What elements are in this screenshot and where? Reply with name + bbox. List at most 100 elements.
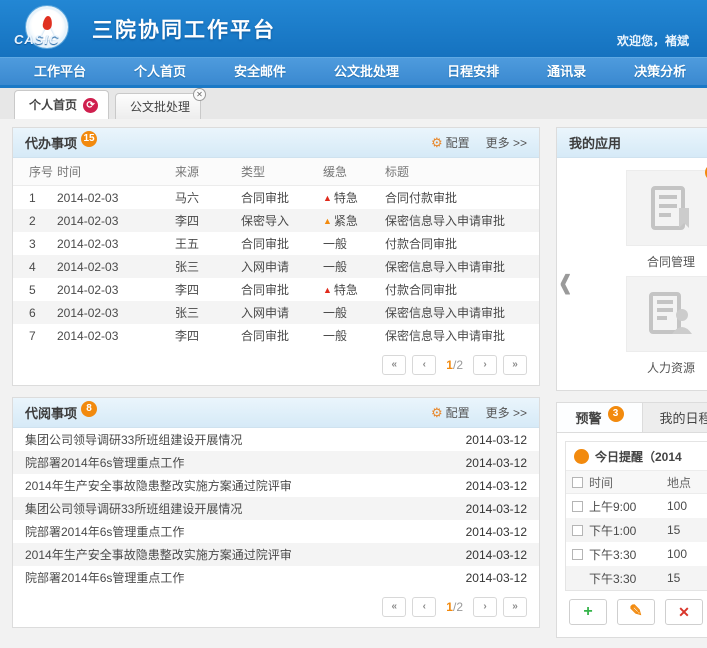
last-page-button[interactable]: » [503, 597, 527, 617]
item-title: 集团公司领导调研33所班组建设开展情况 [25, 431, 451, 448]
nav-item-secure-mail[interactable]: 安全邮件 [210, 58, 310, 86]
tab-doc-approval[interactable]: 公文批处理 ✕ [115, 93, 201, 119]
cell-seq: 6 [13, 306, 57, 320]
tab-my-schedule[interactable]: 我的日程 [643, 403, 707, 432]
nav-item-personal-home[interactable]: 个人首页 [110, 58, 210, 86]
cell-time: 下午3:30 [589, 570, 667, 587]
app-hr-tile[interactable] [626, 276, 707, 352]
welcome-user: 欢迎您，褚斌 [617, 32, 689, 49]
next-page-button[interactable]: › [473, 597, 497, 617]
cell-source: 李四 [175, 212, 241, 229]
nav-item-work-platform[interactable]: 工作平台 [10, 58, 110, 86]
reminder-header: 今日提醒（2014 [566, 442, 707, 470]
cell-urgency: 一般 [323, 258, 385, 275]
item-title: 2014年生产安全事故隐患整改实施方案通过院评审 [25, 546, 451, 563]
cell-title: 付款合同审批 [385, 281, 539, 298]
col-urgency: 缓急 [323, 163, 385, 180]
cell-date: 2014-02-03 [57, 329, 175, 343]
item-date: 2014-03-12 [451, 456, 527, 470]
read-config-button[interactable]: ⚙ 配置 [431, 404, 470, 421]
urgency-triangle-icon: ▲ [323, 216, 332, 226]
tab-strip: 个人首页 ⟳ 公文批处理 ✕ [0, 85, 707, 119]
nav-item-contacts[interactable]: 通讯录 [523, 58, 610, 86]
todo-more-link[interactable]: 更多 >> [486, 134, 527, 151]
table-row[interactable]: 4 2014-02-03 张三 入网申请 一般 保密信息导入申请审批 [13, 255, 539, 278]
cell-seq: 4 [13, 260, 57, 274]
list-item[interactable]: 院部署2014年6s管理重点工作 2014-03-12 [13, 451, 539, 474]
cell-type: 入网申请 [241, 304, 323, 321]
schedule-actions: + ✎ ✕ [565, 591, 707, 629]
delete-button[interactable]: ✕ [665, 599, 703, 625]
table-row[interactable]: 下午3:30 100 [566, 542, 707, 566]
add-button[interactable]: + [569, 599, 607, 625]
list-item[interactable]: 院部署2014年6s管理重点工作 2014-03-12 [13, 520, 539, 543]
col-time: 时间 [589, 474, 667, 491]
select-all-checkbox[interactable] [572, 477, 583, 488]
app-contract-tile[interactable]: 4 [626, 170, 707, 246]
list-item[interactable]: 院部署2014年6s管理重点工作 2014-03-12 [13, 566, 539, 589]
table-row[interactable]: 2 2014-02-03 李四 保密导入 ▲紧急 保密信息导入申请审批 [13, 209, 539, 232]
close-icon[interactable]: ✕ [193, 88, 206, 101]
table-row[interactable]: 上午9:00 100 [566, 494, 707, 518]
cell-type: 保密导入 [241, 212, 323, 229]
nav-item-schedule[interactable]: 日程安排 [423, 58, 523, 86]
table-row[interactable]: 下午3:30 15 [566, 566, 707, 590]
app-label: 合同管理 [647, 253, 695, 270]
table-row[interactable]: 5 2014-02-03 李四 合同审批 ▲特急 付款合同审批 [13, 278, 539, 301]
tab-personal-home[interactable]: 个人首页 ⟳ [14, 90, 109, 119]
row-checkbox[interactable] [572, 501, 583, 512]
table-row[interactable]: 下午1:00 15 [566, 518, 707, 542]
cell-time: 下午3:30 [589, 546, 667, 563]
reminder-box: 今日提醒（2014 时间 地点 上午9:00 100 [565, 441, 707, 591]
contract-doc-icon [645, 182, 697, 234]
row-checkbox[interactable] [572, 525, 583, 536]
gear-icon: ⚙ [431, 135, 443, 151]
nav-item-doc-approval[interactable]: 公文批处理 [310, 58, 423, 86]
first-page-button[interactable]: « [382, 355, 406, 375]
row-checkbox[interactable] [572, 549, 583, 560]
config-label: 配置 [446, 134, 470, 151]
prev-page-button[interactable]: ‹ [412, 355, 436, 375]
cell-date: 2014-02-03 [57, 283, 175, 297]
table-row[interactable]: 6 2014-02-03 张三 入网申请 一般 保密信息导入申请审批 [13, 301, 539, 324]
tab-alerts[interactable]: 预警 3 [557, 403, 643, 432]
read-panel-header: 代阅事项 8 ⚙ 配置 更多 >> [13, 398, 539, 428]
cell-date: 2014-02-03 [57, 191, 175, 205]
table-row[interactable]: 7 2014-02-03 李四 合同审批 一般 保密信息导入申请审批 [13, 324, 539, 347]
list-item[interactable]: 集团公司领导调研33所班组建设开展情况 2014-03-12 [13, 428, 539, 451]
todo-table-body: 1 2014-02-03 马六 合同审批 ▲特急 合同付款审批 2 2014-0… [13, 186, 539, 347]
my-apps-title: 我的应用 [569, 133, 621, 152]
cell-type: 合同审批 [241, 327, 323, 344]
cell-date: 2014-02-03 [57, 260, 175, 274]
logo-text: CASIC [14, 32, 59, 47]
list-item[interactable]: 2014年生产安全事故隐患整改实施方案通过院评审 2014-03-12 [13, 474, 539, 497]
cell-title: 保密信息导入申请审批 [385, 304, 539, 321]
todo-panel-header: 代办事项 15 ⚙ 配置 更多 >> [13, 128, 539, 158]
todo-panel-title: 代办事项 [25, 133, 77, 152]
last-page-button[interactable]: » [503, 355, 527, 375]
cell-type: 入网申请 [241, 258, 323, 275]
cell-place: 15 [667, 523, 707, 537]
table-row[interactable]: 3 2014-02-03 王五 合同审批 一般 付款合同审批 [13, 232, 539, 255]
prev-page-button[interactable]: ‹ [412, 597, 436, 617]
my-apps-panel: 我的应用 ‹ 4 合同管理 [556, 127, 707, 391]
todo-config-button[interactable]: ⚙ 配置 [431, 134, 470, 151]
cell-source: 李四 [175, 327, 241, 344]
cell-source: 李四 [175, 281, 241, 298]
cell-urgency: ▲特急 [323, 281, 385, 298]
first-page-button[interactable]: « [382, 597, 406, 617]
app-hr: 人力资源 [557, 276, 707, 376]
table-row[interactable]: 1 2014-02-03 马六 合同审批 ▲特急 合同付款审批 [13, 186, 539, 209]
cell-date: 2014-02-03 [57, 306, 175, 320]
nav-item-decision-analysis[interactable]: 决策分析 [610, 58, 707, 86]
list-item[interactable]: 集团公司领导调研33所班组建设开展情况 2014-03-12 [13, 497, 539, 520]
left-column: 代办事项 15 ⚙ 配置 更多 >> 序号 时间 来源 类型 缓急 标题 1 [12, 127, 540, 639]
next-page-button[interactable]: › [473, 355, 497, 375]
item-title: 集团公司领导调研33所班组建设开展情况 [25, 500, 451, 517]
list-item[interactable]: 2014年生产安全事故隐患整改实施方案通过院评审 2014-03-12 [13, 543, 539, 566]
chevron-left-icon[interactable]: ‹ [559, 254, 572, 307]
alert-count-badge: 3 [608, 406, 624, 422]
edit-button[interactable]: ✎ [617, 599, 655, 625]
refresh-icon[interactable]: ⟳ [83, 98, 98, 113]
read-more-link[interactable]: 更多 >> [486, 404, 527, 421]
